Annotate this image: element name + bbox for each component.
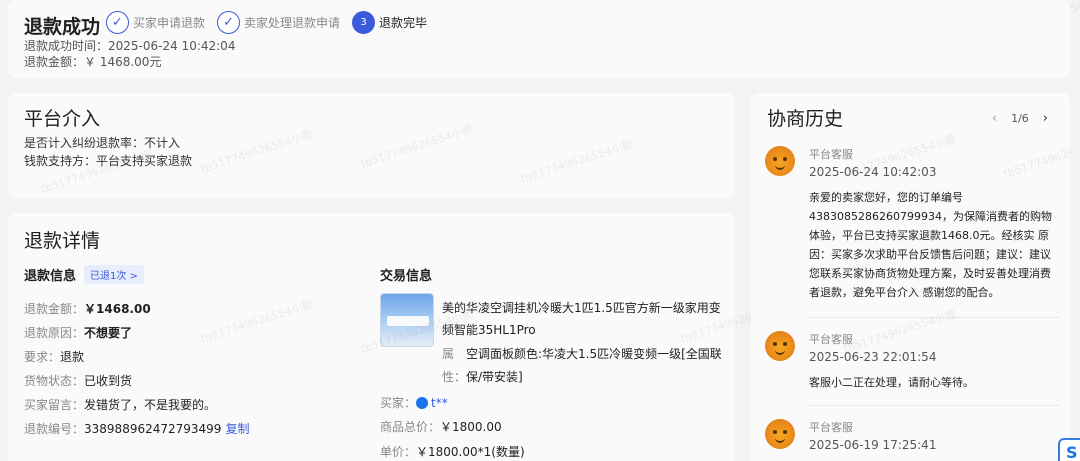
product-attribute: 属性： 空调面板颜色:华凌大1.5匹冷暖变频一级[全国联保/带安装] [442, 343, 722, 389]
history-pager: ‹ 1/6 › [978, 111, 1048, 126]
buyer-row: 买家： t** [380, 394, 448, 411]
unit-price-row: 单价：￥1800.00*1(数量) [380, 443, 525, 460]
total-price-row: 商品总价：￥1800.00 [380, 418, 502, 435]
refund-status-card: 退款成功 ✓ 买家申请退款 ✓ 卖家处理退款申请 3 退款完毕 退款成功时间：2… [8, 0, 1070, 78]
row-label: 要求： [24, 350, 61, 364]
copy-button[interactable]: 复制 [225, 422, 249, 436]
refund-info-title: 退款信息 [24, 269, 77, 284]
goods-status-row: 货物状态：已收到货 [24, 372, 132, 389]
message-time: 2025-06-19 17:25:41 [809, 438, 937, 452]
divider [809, 405, 1059, 406]
row-label: 退款编号： [24, 422, 85, 436]
watermark: tb5177496265​54小鹿 [199, 127, 315, 176]
buyer-chat-icon[interactable] [416, 397, 429, 409]
service-avatar-icon [765, 331, 795, 361]
page-indicator: 1/6 [1011, 112, 1029, 125]
step-label: 卖家处理退款申请 [244, 16, 341, 30]
buyer-name[interactable]: t** [431, 396, 448, 410]
platform-title: 平台介入 [24, 108, 101, 130]
refund-number-row: 退款编号：338988962472793499 复制 [24, 420, 249, 437]
step-buyer-request: ✓ 买家申请退款 [106, 11, 205, 34]
product-image[interactable] [380, 293, 434, 347]
service-avatar-icon [765, 146, 795, 176]
row-value: 不想要了 [84, 326, 133, 340]
row-value: ￥1800.00*1(数量) [416, 445, 525, 459]
step-label: 退款完毕 [379, 16, 428, 30]
check-icon: ✓ [106, 11, 129, 34]
negotiation-history-card: 协商历史 ‹ 1/6 › 平台客服 2025-06-24 10:42:03 亲爱… [751, 93, 1070, 461]
step-seller-process: ✓ 卖家处理退款申请 [217, 11, 340, 34]
dispute-rate: 是否计入纠纷退款率：不计入 [24, 136, 181, 150]
row-value: 已收到货 [84, 374, 133, 388]
step-number-icon: 3 [352, 11, 376, 34]
row-label: 买家留言： [24, 398, 85, 412]
row-label: 退款金额： [24, 302, 85, 316]
row-label: 退款原因： [24, 326, 85, 340]
product-title[interactable]: 美的华凌空调挂机冷暖大1匹1.5匹官方新一级家用变频智能35HL1Pro [442, 297, 722, 341]
funding-party: 钱款支持方：平台支持买家退款 [24, 154, 193, 168]
status-title: 退款成功 [24, 16, 101, 38]
history-message: 平台客服 2025-06-19 17:25:41 [765, 419, 1055, 461]
progress-steps: ✓ 买家申请退款 ✓ 卖家处理退款申请 3 退款完毕 [106, 11, 439, 34]
request-row: 要求：退款 [24, 348, 84, 365]
row-label: 商品总价： [380, 420, 441, 434]
buyer-message-row: 买家留言：发错货了，不是我要的。 [24, 396, 216, 413]
message-time: 2025-06-24 10:42:03 [809, 165, 937, 179]
sender-name: 平台客服 [809, 333, 853, 346]
row-label: 买家： [380, 396, 417, 410]
platform-intervention-card: 平台介入 是否计入纠纷退款率：不计入 钱款支持方：平台支持买家退款 tb5177… [8, 93, 735, 199]
message-time: 2025-06-23 22:01:54 [809, 350, 937, 364]
service-avatar-icon [765, 419, 795, 449]
refund-detail-card: 退款详情 退款信息 已退1次 > 退款金额：￥1468.00 退款原因：不想要了… [8, 213, 795, 461]
refund-reason-row: 退款原因：不想要了 [24, 324, 132, 341]
watermark: tb5177496265​54小鹿 [199, 297, 315, 346]
step-label: 买家申请退款 [133, 16, 206, 30]
history-message: 平台客服 2025-06-23 22:01:54 客服小二正在处理，请耐心等待。 [765, 331, 1055, 391]
detail-title: 退款详情 [24, 230, 101, 252]
watermark: tb5177496265​54小鹿 [359, 122, 475, 171]
row-label: 单价： [380, 445, 417, 459]
refund-success-time: 退款成功时间：2025-06-24 10:42:04 [24, 39, 236, 53]
attr-value: 空调面板颜色:华凌大1.5匹冷暖变频一级[全国联保/带安装] [466, 347, 722, 384]
attr-key: 属性： [442, 347, 467, 384]
row-value: ￥1468.00 [84, 302, 151, 316]
row-value: 发错货了，不是我要的。 [84, 398, 217, 412]
row-value: ￥1800.00 [440, 420, 502, 434]
history-message: 平台客服 2025-06-24 10:42:03 亲爱的卖家您好，您的订单编号4… [765, 146, 1055, 306]
sender-name: 平台客服 [809, 421, 853, 434]
chat-widget-icon[interactable]: S [1058, 438, 1080, 461]
sender-name: 平台客服 [809, 148, 853, 161]
refund-count-badge[interactable]: 已退1次 > [84, 265, 144, 284]
row-value: 退款 [60, 350, 85, 364]
next-page-icon[interactable]: › [1043, 111, 1048, 126]
refund-amount-row: 退款金额：￥1468.00 [24, 300, 151, 317]
refund-amount: 退款金额：￥ 1468.00元 [24, 55, 162, 69]
row-label: 货物状态： [24, 374, 85, 388]
prev-page-icon[interactable]: ‹ [992, 111, 997, 126]
trade-info-title: 交易信息 [380, 269, 433, 284]
widget-glyph: S [1066, 443, 1078, 461]
divider [809, 317, 1059, 318]
message-text: 亲爱的卖家您好，您的订单编号4383085286260799934，为保障消费者… [809, 191, 1052, 299]
message-text: 客服小二正在处理，请耐心等待。 [809, 376, 974, 389]
step-refund-complete: 3 退款完毕 [352, 11, 427, 34]
history-title: 协商历史 [767, 108, 844, 130]
watermark: tb5177496265​54小鹿 [519, 137, 635, 186]
check-icon: ✓ [217, 11, 241, 34]
row-value: 338988962472793499 [84, 422, 222, 436]
